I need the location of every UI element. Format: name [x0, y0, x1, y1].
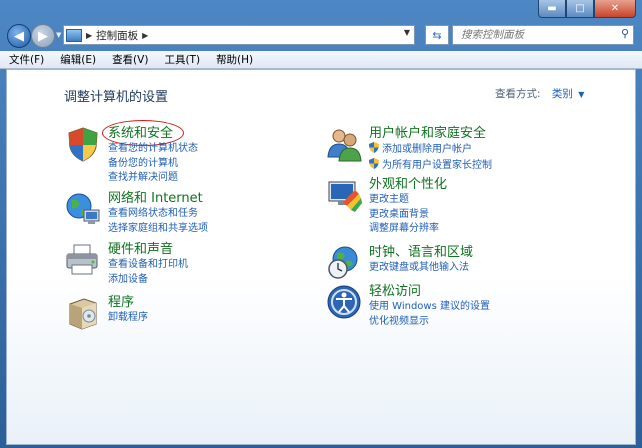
view-by-label: 查看方式:: [495, 88, 541, 100]
address-toolbar: ◀ ▶ ▼ ▶ 控制面板 ▶ ▼ ⇆ ⚲: [0, 20, 642, 50]
address-box[interactable]: ▶ 控制面板 ▶ ▼: [63, 25, 415, 45]
back-arrow-icon: ◀: [14, 28, 24, 44]
refresh-button[interactable]: ⇆: [425, 25, 449, 45]
network-globe-icon: [66, 193, 100, 224]
link-uninstall-program[interactable]: 卸载程序: [108, 311, 148, 326]
menu-edit[interactable]: 编辑(E): [51, 52, 103, 67]
minimize-button[interactable]: ▬: [538, 0, 566, 18]
category-title-user-accounts[interactable]: 用户帐户和家庭安全: [369, 125, 486, 142]
page-title: 调整计算机的设置: [64, 90, 169, 105]
link-change-theme[interactable]: 更改主题: [369, 193, 447, 208]
clock-globe-icon: [328, 246, 358, 279]
forward-arrow-icon: ▶: [38, 28, 48, 44]
category-title-system-security[interactable]: 系统和安全: [108, 125, 173, 142]
link-add-remove-accounts-label: 添加或删除用户帐户: [382, 144, 472, 155]
caption-buttons: ▬ □ ✕: [538, 0, 636, 18]
category-title-hardware-sound[interactable]: 硬件和声音: [108, 241, 173, 258]
chevron-down-icon[interactable]: ▼: [578, 90, 584, 99]
category-title-programs[interactable]: 程序: [108, 294, 134, 311]
link-add-remove-accounts[interactable]: 添加或删除用户帐户: [369, 142, 492, 158]
link-homegroup-sharing[interactable]: 选择家庭组和共享选项: [108, 222, 208, 237]
uac-shield-icon: [369, 142, 379, 153]
paint-monitor-icon: [328, 181, 362, 212]
category-title-clock-region[interactable]: 时钟、语言和区域: [369, 244, 473, 261]
link-troubleshoot[interactable]: 查找并解决问题: [108, 171, 198, 186]
view-by-dropdown[interactable]: 类别: [552, 88, 573, 100]
ease-of-access-icon: [327, 285, 361, 319]
category-title-ease-access[interactable]: 轻松访问: [369, 283, 421, 300]
search-box[interactable]: ⚲: [452, 25, 634, 45]
link-view-network-status[interactable]: 查看网络状态和任务: [108, 207, 208, 222]
uac-shield-icon: [369, 157, 379, 169]
breadcrumb-chevron-icon[interactable]: ▶: [142, 31, 148, 40]
content-area: 调整计算机的设置 查看方式: 类别 ▼ 系统和安全 查看您的计算机状态 备份您的…: [6, 69, 636, 445]
menu-tools[interactable]: 工具(T): [155, 52, 207, 67]
back-button[interactable]: ◀: [7, 24, 31, 48]
category-title-appearance[interactable]: 外观和个性化: [369, 176, 447, 193]
link-view-computer-status[interactable]: 查看您的计算机状态: [108, 142, 198, 157]
link-optimize-video-display[interactable]: 优化视频显示: [369, 315, 490, 330]
link-adjust-screen-resolution[interactable]: 调整屏幕分辨率: [369, 222, 447, 237]
link-backup-computer[interactable]: 备份您的计算机: [108, 157, 198, 172]
link-windows-recommended-settings[interactable]: 使用 Windows 建议的设置: [369, 300, 490, 315]
link-add-device[interactable]: 添加设备: [108, 273, 188, 288]
menu-bar: 文件(F) 编辑(E) 查看(V) 工具(T) 帮助(H): [0, 51, 642, 69]
shield-icon: [68, 127, 98, 162]
link-change-keyboard-input[interactable]: 更改键盘或其他输入法: [369, 261, 473, 276]
forward-button[interactable]: ▶: [31, 24, 55, 48]
menu-view[interactable]: 查看(V): [103, 52, 155, 67]
title-bar: ▬ □ ✕: [0, 0, 642, 20]
maximize-button[interactable]: □: [566, 0, 594, 18]
users-icon: [327, 129, 362, 162]
breadcrumb-chevron-icon[interactable]: ▶: [86, 31, 92, 40]
refresh-icon: ⇆: [432, 28, 442, 42]
view-by: 查看方式: 类别 ▼: [495, 86, 584, 101]
search-icon[interactable]: ⚲: [621, 27, 629, 40]
breadcrumb-control-panel[interactable]: 控制面板: [96, 28, 138, 43]
control-panel-window: ▬ □ ✕ ◀ ▶ ▼ ▶ 控制面板 ▶ ▼ ⇆ ⚲ 文件(F) 编辑(E) 查…: [0, 0, 642, 448]
control-panel-icon: [66, 28, 82, 42]
link-parental-controls-label: 为所有用户设置家长控制: [382, 159, 492, 171]
address-dropdown-icon[interactable]: ▼: [404, 28, 410, 37]
menu-file[interactable]: 文件(F): [0, 52, 51, 67]
history-dropdown-icon[interactable]: ▼: [56, 31, 61, 39]
link-parental-controls[interactable]: 为所有用户设置家长控制: [369, 157, 492, 174]
close-button[interactable]: ✕: [594, 0, 636, 18]
menu-help[interactable]: 帮助(H): [207, 52, 260, 67]
category-title-network[interactable]: 网络和 Internet: [108, 190, 203, 207]
programs-box-icon: [69, 298, 97, 330]
search-input[interactable]: [459, 28, 613, 42]
link-view-devices-printers[interactable]: 查看设备和打印机: [108, 258, 188, 273]
link-change-desktop-background[interactable]: 更改桌面背景: [369, 208, 447, 223]
printer-icon: [66, 244, 98, 275]
